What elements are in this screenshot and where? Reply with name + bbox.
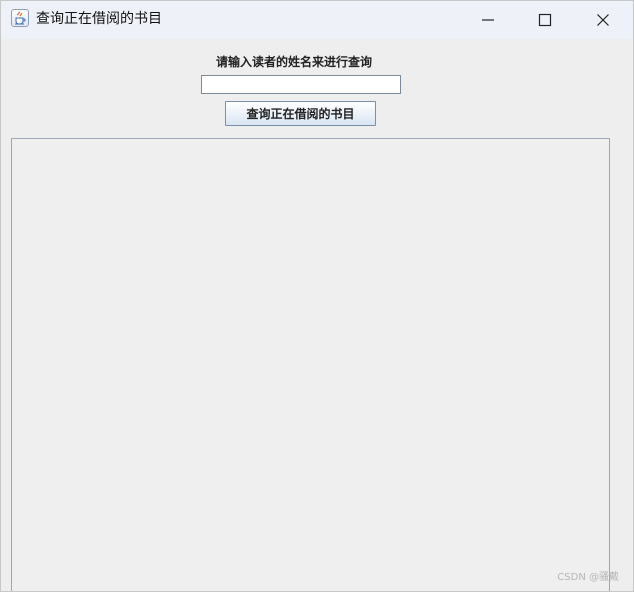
reader-name-input[interactable] bbox=[201, 75, 401, 94]
java-app-icon bbox=[11, 9, 29, 27]
query-borrowed-books-button[interactable]: 查询正在借阅的书目 bbox=[225, 101, 376, 126]
title-bar[interactable]: 查询正在借阅的书目 bbox=[1, 1, 633, 39]
window-title: 查询正在借阅的书目 bbox=[36, 11, 162, 27]
results-area[interactable] bbox=[11, 138, 610, 591]
app-window: 查询正在借阅的书目 请输入读者的姓名来进行查询 查询正在借阅的书目 CSDN @… bbox=[0, 0, 634, 592]
minimize-button[interactable] bbox=[465, 1, 511, 39]
maximize-button[interactable] bbox=[522, 1, 568, 39]
maximize-icon bbox=[538, 13, 552, 27]
query-form-panel: 请输入读者的姓名来进行查询 查询正在借阅的书目 CSDN @骚戴 bbox=[1, 39, 633, 591]
csdn-watermark: CSDN @骚戴 bbox=[557, 572, 619, 583]
reader-name-prompt: 请输入读者的姓名来进行查询 bbox=[216, 55, 373, 69]
close-icon bbox=[597, 14, 609, 26]
minimize-icon bbox=[482, 19, 494, 21]
close-button[interactable] bbox=[580, 1, 626, 39]
